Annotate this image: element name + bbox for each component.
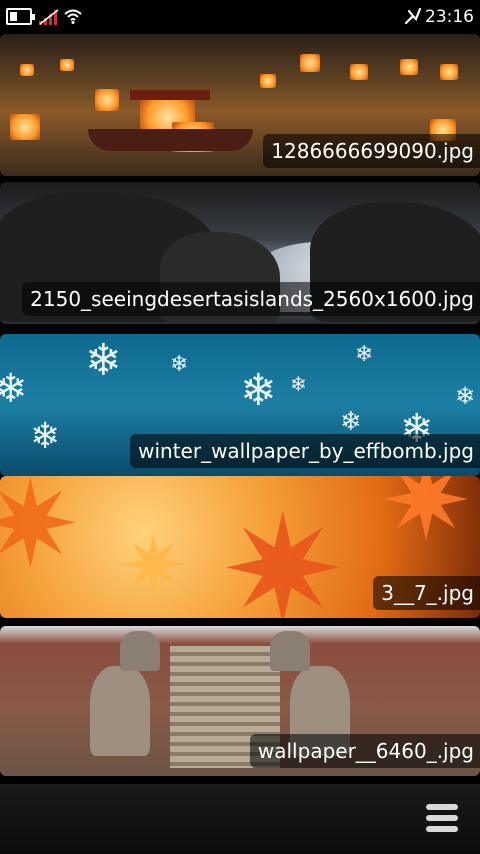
list-item[interactable]: 1286666699090.jpg — [0, 34, 480, 176]
list-item[interactable]: ✷ ✷ ✷ ✷ 3__7_.jpg — [0, 476, 480, 618]
usb-icon — [404, 7, 422, 25]
menu-icon[interactable] — [426, 804, 458, 834]
item-caption: 1286666699090.jpg — [263, 134, 480, 168]
item-caption: 2150_seeingdesertasislands_2560x1600.jpg — [22, 282, 480, 316]
clock: 23:16 — [425, 7, 474, 27]
battery-icon — [6, 8, 35, 25]
status-bar: 23:16 — [0, 0, 480, 34]
list-item[interactable]: wallpaper__6460_.jpg — [0, 626, 480, 776]
item-caption: wallpaper__6460_.jpg — [249, 734, 480, 768]
signal-icon — [39, 9, 59, 25]
image-list[interactable]: 1286666699090.jpg 2150_seeingdesertasisl… — [0, 34, 480, 784]
item-caption: winter_wallpaper_by_effbomb.jpg — [130, 434, 480, 468]
wifi-icon — [64, 9, 82, 24]
list-item[interactable]: ❄ ❄ ❄ ❄ ❄ ❄ ❄ ❄ ❄ ❄ winter_wallpaper_by_… — [0, 334, 480, 476]
item-caption: 3__7_.jpg — [373, 576, 480, 610]
bottom-toolbar — [0, 784, 480, 854]
list-item[interactable]: 2150_seeingdesertasislands_2560x1600.jpg — [0, 182, 480, 324]
